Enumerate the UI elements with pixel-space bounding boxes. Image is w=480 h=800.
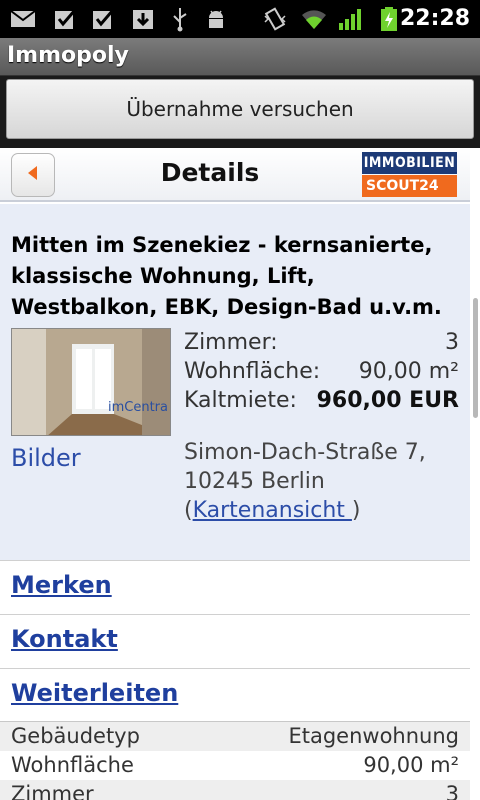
download-icon <box>130 6 156 32</box>
fact-cold-rent: Kaltmiete: 960,00 EUR <box>184 388 459 413</box>
listing-thumbnail[interactable]: imCentra <box>11 328 171 436</box>
key-facts: Zimmer: 3 Wohnfläche: 90,00 m² Kaltmiete… <box>184 328 459 415</box>
checkbox-icon <box>90 6 116 32</box>
attributes-table: Gebäudetyp Etagenwohnung Wohnfläche 90,0… <box>0 721 470 800</box>
table-row: Zimmer 3 <box>0 780 470 800</box>
scrollbar[interactable] <box>473 298 478 418</box>
checkbox-icon <box>52 6 78 32</box>
fact-living-area: Wohnfläche: 90,00 m² <box>184 359 459 384</box>
immobilienscout24-logo: IMMOBILIEN SCOUT24 <box>362 152 457 197</box>
table-row: Gebäudetyp Etagenwohnung <box>0 722 470 751</box>
table-row: Wohnfläche 90,00 m² <box>0 751 470 780</box>
forward-row[interactable]: Weiterleiten <box>0 668 470 722</box>
takeover-button[interactable]: Übernahme versuchen <box>6 79 474 139</box>
forward-link[interactable]: Weiterleiten <box>11 679 178 707</box>
battery-charging-icon <box>376 6 402 32</box>
contact-row[interactable]: Kontakt <box>0 614 470 668</box>
usb-icon <box>167 6 193 32</box>
address-city: 10245 Berlin <box>184 469 325 494</box>
app-title-bar: Immopoly <box>0 38 480 76</box>
listing-details-panel: Mitten im Szenekiez - kernsanierte, klas… <box>0 204 470 560</box>
status-time: 22:28 <box>399 6 470 31</box>
page-title: Details <box>160 158 260 187</box>
listing-title: Mitten im Szenekiez - kernsanierte, klas… <box>11 233 442 319</box>
bookmark-link[interactable]: Merken <box>11 571 112 599</box>
details-header: Details IMMOBILIEN SCOUT24 <box>0 148 470 202</box>
gmail-icon <box>10 6 36 32</box>
fact-rooms: Zimmer: 3 <box>184 330 459 355</box>
vibrate-icon <box>262 6 288 32</box>
app-title: Immopoly <box>7 43 129 68</box>
address: Simon-Dach-Straße 7, 10245 Berlin (Karte… <box>184 438 464 525</box>
bookmark-row[interactable]: Merken <box>0 560 470 614</box>
pictures-link[interactable]: Bilder <box>11 444 81 472</box>
wifi-icon <box>301 6 327 32</box>
top-button-area: Übernahme versuchen <box>0 76 480 148</box>
details-webview[interactable]: Details IMMOBILIEN SCOUT24 Mitten im Sze… <box>0 148 480 800</box>
address-street: Simon-Dach-Straße 7, <box>184 440 426 465</box>
status-bar: 22:28 <box>0 0 480 38</box>
map-view-link[interactable]: Kartenansicht <box>193 498 352 523</box>
svg-text:imCentra: imCentra <box>108 400 168 415</box>
contact-link[interactable]: Kontakt <box>11 625 118 653</box>
signal-icon <box>338 6 364 32</box>
android-debug-icon <box>203 6 229 32</box>
